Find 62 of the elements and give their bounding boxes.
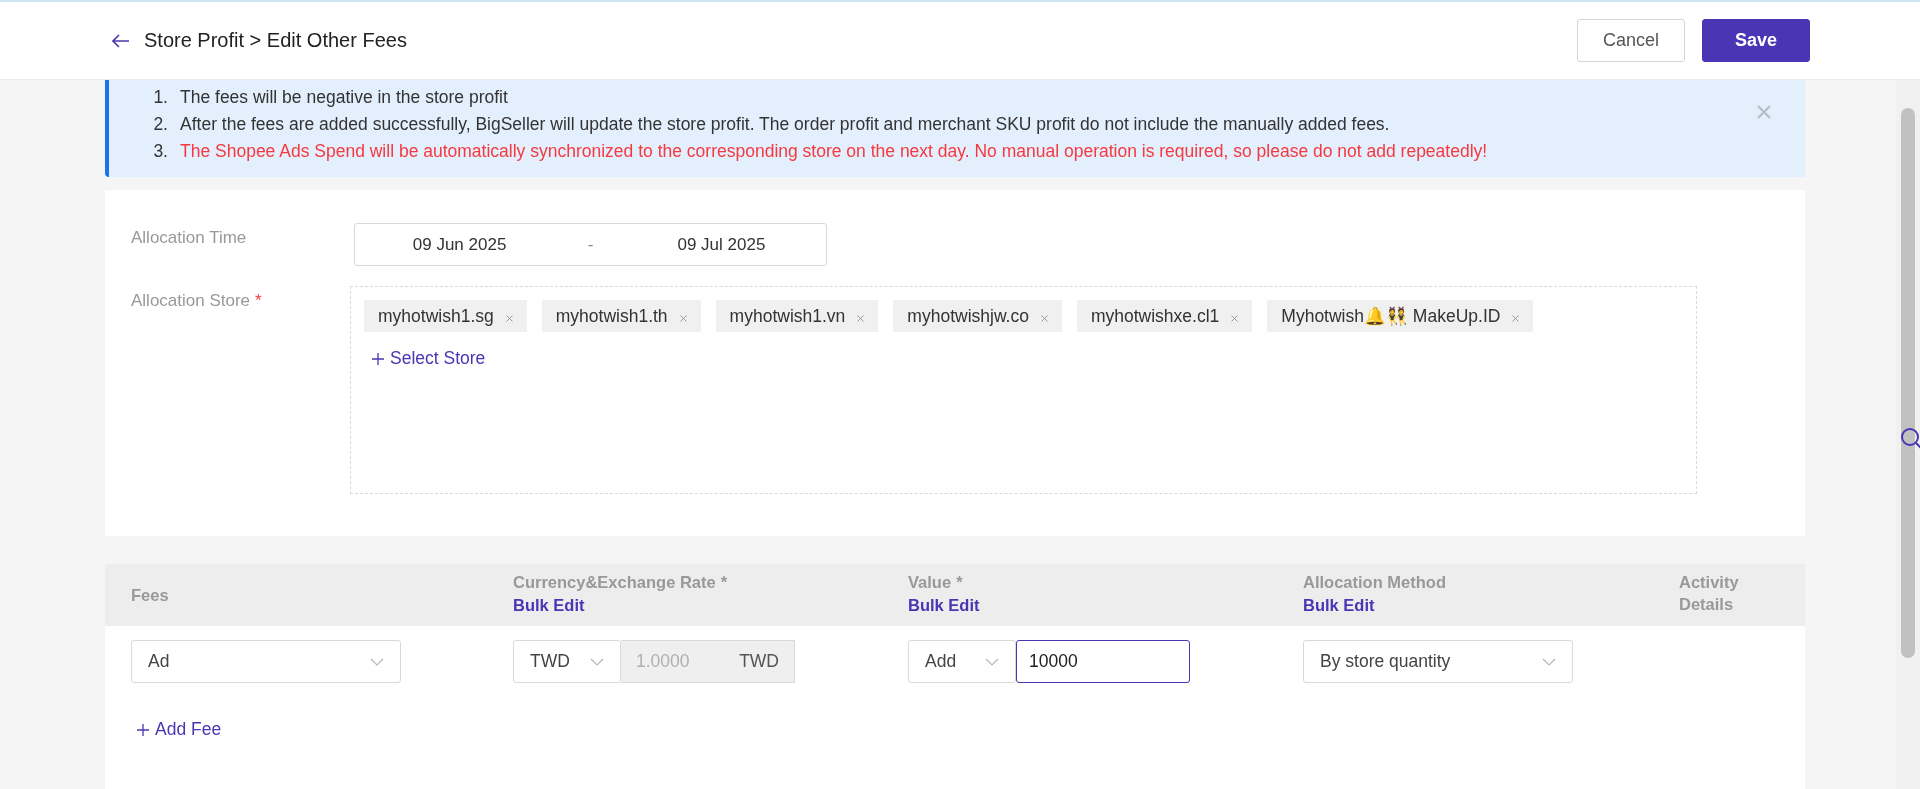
date-separator: - xyxy=(586,234,595,255)
store-name: myhotwishxe.cl1 xyxy=(1090,305,1220,327)
operation-select[interactable]: Add xyxy=(908,640,1016,683)
notice-text: The fees will be negative in the store profit xyxy=(180,86,508,109)
close-icon xyxy=(857,314,865,322)
bulk-edit-link[interactable]: Bulk Edit xyxy=(1303,595,1375,615)
date-value: 09 Jul 2025 xyxy=(676,234,767,255)
required-mark: * xyxy=(255,291,262,311)
bulk-edit-link[interactable]: Bulk Edit xyxy=(908,595,980,615)
remove-button[interactable] xyxy=(505,314,513,322)
required-mark: * xyxy=(956,572,963,593)
chevron-down-icon xyxy=(985,657,999,666)
scrollbar[interactable] xyxy=(1896,80,1920,789)
close-icon xyxy=(1231,314,1239,322)
date-range-field[interactable]: 09 Jun 2025 - 09 Jul 2025 xyxy=(354,223,827,266)
close-icon xyxy=(505,314,513,322)
value-input[interactable]: 10000 xyxy=(1016,640,1190,683)
remove-button[interactable] xyxy=(1040,314,1048,322)
list-number: 3. xyxy=(152,140,168,163)
currency-select[interactable]: TWD xyxy=(513,640,621,683)
add-fee-link[interactable]: Add Fee xyxy=(137,719,222,740)
store-name: myhotwish1.sg xyxy=(378,305,494,327)
chevron-down-icon xyxy=(370,657,384,666)
scrollbar-thumb[interactable] xyxy=(1901,108,1915,658)
field-label: Allocation Store xyxy=(131,291,251,311)
close-icon xyxy=(679,314,687,322)
remove-button[interactable] xyxy=(1512,314,1520,322)
list-number: 1. xyxy=(152,86,168,109)
column-header: Allocation Method xyxy=(1303,572,1446,593)
page-title: Store Profit > Edit Other Fees xyxy=(144,29,407,52)
column-header: Value xyxy=(908,572,952,593)
chevron-down-icon xyxy=(590,657,604,666)
select-store-link[interactable]: Select Store xyxy=(372,348,486,369)
chevron-down-icon xyxy=(1542,657,1556,666)
close-icon xyxy=(1512,314,1520,322)
remove-button[interactable] xyxy=(857,314,865,322)
cancel-button[interactable]: Cancel xyxy=(1577,19,1685,62)
column-header: Currency&Exchange Rate xyxy=(513,572,716,593)
store-name: myhotwishjw.co xyxy=(907,305,1029,327)
fee-select[interactable]: Ad xyxy=(131,640,401,683)
allocation-method-select[interactable]: By store quantity xyxy=(1303,640,1573,683)
close-icon xyxy=(1757,104,1771,119)
close-icon xyxy=(1040,314,1048,322)
plus-icon xyxy=(137,723,149,736)
remove-button[interactable] xyxy=(679,314,687,322)
remove-button[interactable] xyxy=(1231,314,1239,322)
column-header: Fees xyxy=(131,585,169,606)
date-value: 09 Jun 2025 xyxy=(411,234,508,255)
notice-text: After the fees are added successfully, BigSeller will update the store profit. The order profit and merchant SKU profit do not include the manually added fees. xyxy=(180,113,1390,136)
store-name: Myhotwish🔔👯 MakeUp.ID xyxy=(1281,305,1501,327)
store-name: myhotwish1.th xyxy=(555,305,668,327)
field-label: Allocation Time xyxy=(131,227,248,249)
back-arrow-icon xyxy=(112,33,130,48)
column-header: Activity Details xyxy=(1679,572,1739,615)
save-button[interactable]: Save xyxy=(1702,19,1810,62)
plus-icon xyxy=(372,352,384,365)
bulk-edit-link[interactable]: Bulk Edit xyxy=(513,595,585,615)
exchange-rate-field: 1.0000 TWD xyxy=(621,640,795,683)
list-number: 2. xyxy=(152,113,168,136)
required-mark: * xyxy=(720,572,728,593)
store-name: myhotwish1.vn xyxy=(729,305,846,327)
warning-text: The Shopee Ads Spend will be automatically synchronized to the corresponding store on the next day. No manual operation is required, so please do not add repeatedly! xyxy=(180,140,1488,163)
